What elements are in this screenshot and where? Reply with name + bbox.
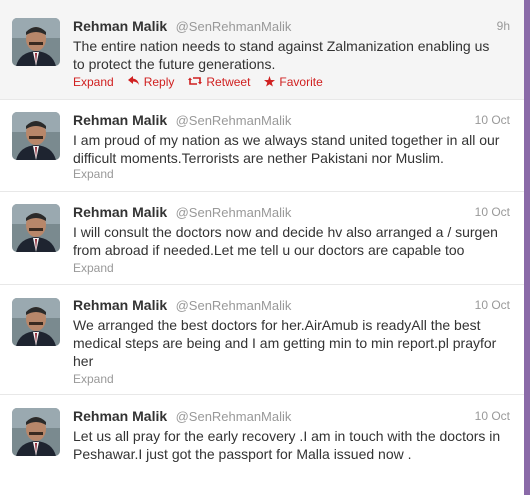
timestamp[interactable]: 10 Oct	[475, 205, 510, 219]
author-handle[interactable]: @SenRehmanMalik	[176, 205, 292, 220]
tweet-text-line: from abroad if needed.Let me tell u our …	[73, 242, 465, 258]
tweet-text-line: Let us all pray for the early recovery .…	[73, 428, 501, 444]
tweet-text-line: We arranged the best doctors for her.Air…	[73, 317, 481, 333]
tweet-text-line: The entire nation needs to stand against…	[73, 38, 490, 54]
author-handle[interactable]: @SenRehmanMalik	[176, 409, 292, 424]
expand-label: Expand	[73, 75, 114, 89]
page-background-edge	[524, 0, 530, 495]
tweet[interactable]: Rehman Malik @SenRehmanMalik 10 Oct I am…	[0, 100, 524, 192]
author-handle[interactable]: @SenRehmanMalik	[176, 298, 292, 313]
author-handle[interactable]: @SenRehmanMalik	[176, 19, 292, 34]
avatar[interactable]	[12, 298, 60, 346]
tweet-text-line: Peshawar.I just got the passport for Mal…	[73, 446, 412, 462]
tweet-text: I will consult the doctors now and decid…	[73, 223, 513, 259]
avatar[interactable]	[12, 204, 60, 252]
retweet-icon	[188, 76, 203, 88]
tweet[interactable]: Rehman Malik @SenRehmanMalik 10 Oct Let …	[0, 395, 524, 495]
timestamp[interactable]: 9h	[497, 19, 510, 33]
author-name[interactable]: Rehman Malik	[73, 18, 167, 34]
tweet-text: The entire nation needs to stand against…	[73, 37, 513, 73]
avatar[interactable]	[12, 112, 60, 160]
tweet-text: Let us all pray for the early recovery .…	[73, 427, 513, 463]
avatar[interactable]	[12, 408, 60, 456]
expand-link[interactable]: Expand	[73, 167, 114, 181]
tweet-text-line: difficult moments.Terrorists are nether …	[73, 150, 444, 166]
avatar[interactable]	[12, 18, 60, 66]
expand-link[interactable]: Expand	[73, 372, 114, 386]
tweet-text-line: I am proud of my nation as we always sta…	[73, 132, 500, 148]
tweet-actions: Expand Reply Retweet Favorite	[73, 75, 337, 89]
author-name[interactable]: Rehman Malik	[73, 297, 167, 313]
retweet-button[interactable]: Retweet	[188, 75, 250, 89]
star-icon	[264, 75, 276, 89]
tweet[interactable]: Rehman Malik @SenRehmanMalik 10 Oct I wi…	[0, 192, 524, 285]
tweet-text: I am proud of my nation as we always sta…	[73, 131, 513, 167]
tweet[interactable]: Rehman Malik @SenRehmanMalik 9h The enti…	[0, 0, 524, 100]
tweet-text-line: to protect the future generations.	[73, 56, 276, 72]
author-name[interactable]: Rehman Malik	[73, 204, 167, 220]
retweet-label: Retweet	[206, 75, 251, 89]
reply-arrow-icon	[127, 76, 140, 88]
expand-link[interactable]: Expand	[73, 75, 114, 89]
author-handle[interactable]: @SenRehmanMalik	[176, 113, 292, 128]
tweet-text-line: medical steps are being and I am getting…	[73, 335, 497, 351]
timestamp[interactable]: 10 Oct	[475, 298, 510, 312]
favorite-label: Favorite	[279, 75, 323, 89]
author-name[interactable]: Rehman Malik	[73, 408, 167, 424]
reply-button[interactable]: Reply	[127, 75, 175, 89]
tweet-text-line: her	[73, 353, 94, 369]
expand-link[interactable]: Expand	[73, 261, 114, 275]
tweet-text-line: I will consult the doctors now and decid…	[73, 224, 498, 240]
tweet-text: We arranged the best doctors for her.Air…	[73, 316, 513, 370]
timestamp[interactable]: 10 Oct	[475, 113, 510, 127]
reply-label: Reply	[143, 75, 175, 89]
author-name[interactable]: Rehman Malik	[73, 112, 167, 128]
tweet[interactable]: Rehman Malik @SenRehmanMalik 10 Oct We a…	[0, 285, 524, 395]
favorite-button[interactable]: Favorite	[264, 75, 323, 89]
timestamp[interactable]: 10 Oct	[475, 409, 510, 423]
timeline: Rehman Malik @SenRehmanMalik 9h The enti…	[0, 0, 525, 495]
